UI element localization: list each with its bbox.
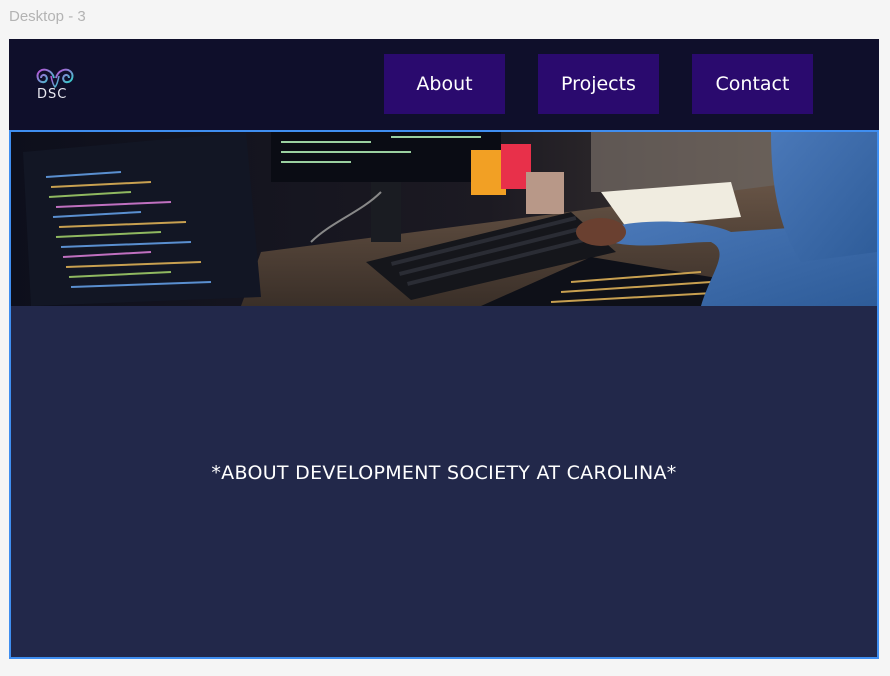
ram-horns-icon	[36, 68, 74, 89]
developer-workspace-illustration	[11, 132, 877, 306]
content-section: *ABOUT DEVELOPMENT SOCIETY AT CAROLINA*	[9, 130, 879, 659]
nav-about-button[interactable]: About	[384, 54, 505, 114]
about-heading: *ABOUT DEVELOPMENT SOCIETY AT CAROLINA*	[211, 462, 677, 484]
logo-text: DSC	[37, 87, 68, 102]
nav-contact-button[interactable]: Contact	[692, 54, 813, 114]
hero-image	[11, 132, 877, 306]
nav-projects-button[interactable]: Projects	[538, 54, 659, 114]
navbar: DSC About Projects Contact	[9, 39, 879, 131]
frame-label: Desktop - 3	[9, 8, 86, 25]
dsc-logo[interactable]: DSC	[35, 67, 75, 105]
desktop-frame: DSC About Projects Contact *ABOUT DEVELO…	[9, 39, 879, 659]
